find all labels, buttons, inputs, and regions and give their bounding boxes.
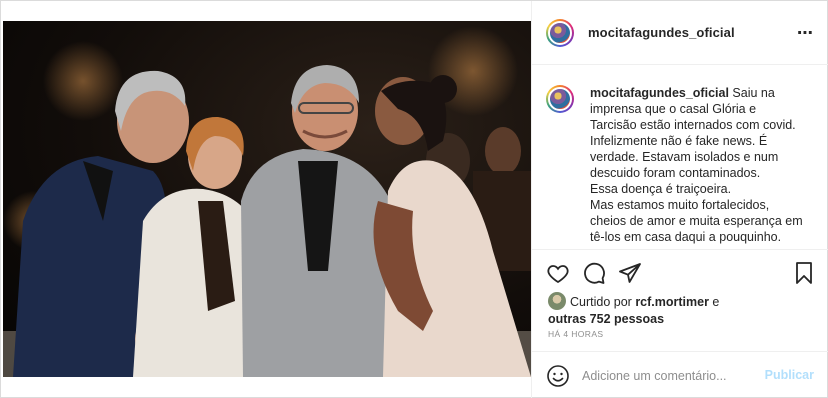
bookmark-icon[interactable] (792, 261, 816, 285)
more-options-icon[interactable]: ⋯ (797, 23, 814, 43)
comment-bar: Publicar (532, 351, 828, 398)
profile-avatar[interactable] (546, 19, 574, 47)
likes-middle: e (708, 295, 720, 309)
likes-prefix: Curtido por (570, 295, 636, 309)
comment-input[interactable] (582, 367, 762, 385)
post-header: mocitafagundes_oficial ⋯ (532, 1, 828, 65)
post-photo[interactable] (3, 21, 531, 377)
heart-icon[interactable] (546, 261, 570, 285)
photo-illustration (3, 26, 531, 377)
post-timestamp[interactable]: HÁ 4 HORAS (548, 329, 604, 339)
comment-icon[interactable] (582, 261, 606, 285)
divider (532, 249, 828, 250)
caption-body: Saiu na imprensa que o casal Glória e Ta… (590, 86, 803, 244)
caption-avatar[interactable] (546, 85, 574, 113)
action-bar (532, 257, 828, 289)
caption-section: mocitafagundes_oficial Saiu na imprensa … (532, 73, 828, 249)
caption-username[interactable]: mocitafagundes_oficial (590, 86, 729, 100)
caption-text: mocitafagundes_oficial Saiu na imprensa … (590, 85, 804, 245)
share-icon[interactable] (618, 261, 642, 285)
emoji-icon[interactable] (546, 364, 570, 388)
liker-username[interactable]: rcf.mortimer (635, 295, 709, 309)
header-username[interactable]: mocitafagundes_oficial (588, 25, 735, 40)
liker-avatar[interactable] (548, 292, 566, 310)
publish-button[interactable]: Publicar (765, 368, 814, 382)
post-sidebar: mocitafagundes_oficial ⋯ mocitafagundes_… (531, 1, 828, 398)
likes-others[interactable]: outras 752 pessoas (548, 312, 664, 326)
post-container: mocitafagundes_oficial ⋯ mocitafagundes_… (0, 0, 828, 398)
likes-summary: Curtido por rcf.mortimer e outras 752 pes… (548, 292, 818, 328)
